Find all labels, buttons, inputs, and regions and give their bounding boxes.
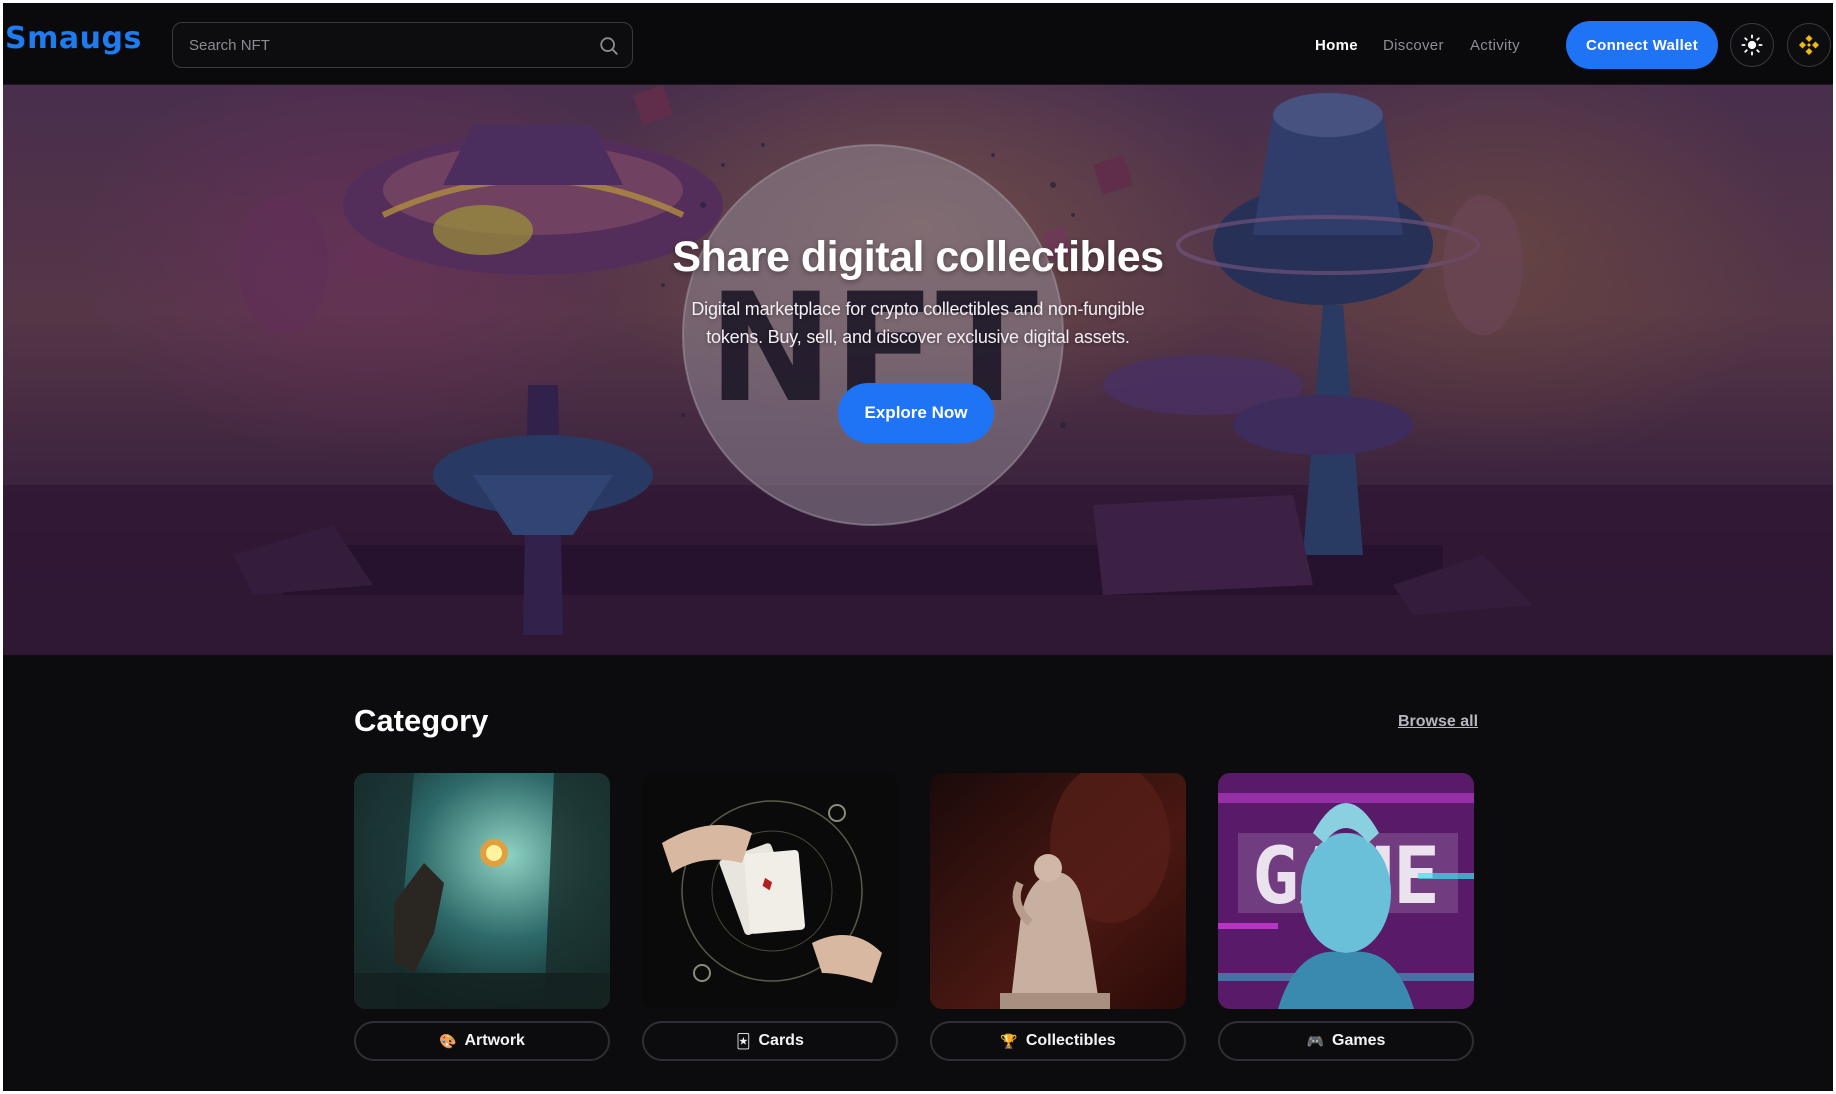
category-card-cards[interactable]: ♦ 🃏 Cards bbox=[642, 773, 898, 1061]
nav-activity[interactable]: Activity bbox=[1470, 37, 1520, 54]
nav-home[interactable]: Home bbox=[1315, 37, 1358, 54]
collectibles-thumbnail[interactable] bbox=[930, 773, 1186, 1009]
theme-toggle-button[interactable] bbox=[1730, 23, 1774, 67]
cards-thumbnail[interactable]: ♦ bbox=[642, 773, 898, 1009]
category-label-text: Cards bbox=[758, 1032, 804, 1049]
hero-title: Share digital collectibles bbox=[672, 233, 1164, 281]
binance-icon bbox=[1799, 35, 1819, 55]
hero-subtitle: Digital marketplace for crypto collectib… bbox=[691, 299, 1145, 347]
gamepad-icon: 🎮 bbox=[1306, 1032, 1325, 1049]
logo[interactable]: Smaugs bbox=[5, 21, 142, 56]
network-select-button[interactable] bbox=[1787, 23, 1831, 67]
category-card-collectibles[interactable]: 🏆 Collectibles bbox=[930, 773, 1186, 1061]
sun-icon bbox=[1741, 34, 1763, 56]
palette-icon: 🎨 bbox=[439, 1032, 457, 1049]
games-thumbnail[interactable]: GAME bbox=[1218, 773, 1474, 1009]
category-label[interactable]: 🏆 Collectibles bbox=[930, 1021, 1186, 1061]
category-label[interactable]: 🃏 Cards bbox=[642, 1021, 898, 1061]
category-card-artwork[interactable]: 🎨 Artwork bbox=[354, 773, 610, 1061]
category-label[interactable]: 🎨 Artwork bbox=[354, 1021, 610, 1061]
trophy-icon: 🏆 bbox=[1000, 1032, 1018, 1049]
explore-now-button[interactable]: Explore Now bbox=[838, 383, 994, 443]
search-icon[interactable] bbox=[598, 35, 620, 57]
connect-wallet-button[interactable]: Connect Wallet bbox=[1566, 21, 1718, 69]
hero-banner: NFT Share digital collectibles Digital m… bbox=[3, 85, 1833, 655]
app-window: Smaugs Home Discover Activity Connect Wa… bbox=[3, 3, 1833, 1091]
nav-discover[interactable]: Discover bbox=[1383, 37, 1444, 54]
category-label-text: Artwork bbox=[464, 1032, 525, 1049]
top-navbar: Smaugs Home Discover Activity Connect Wa… bbox=[3, 3, 1833, 85]
category-card-games[interactable]: GAME 🎮 Games bbox=[1218, 773, 1474, 1061]
playing-cards-icon: 🃏 bbox=[736, 1032, 751, 1049]
artwork-thumbnail[interactable] bbox=[354, 773, 610, 1009]
category-label[interactable]: 🎮 Games bbox=[1218, 1021, 1474, 1061]
category-label-text: Games bbox=[1332, 1032, 1386, 1049]
hero-dim-overlay bbox=[3, 85, 1833, 655]
category-heading: Category bbox=[354, 703, 489, 738]
search-box[interactable] bbox=[172, 22, 633, 68]
category-label-text: Collectibles bbox=[1025, 1032, 1116, 1049]
search-input[interactable] bbox=[189, 23, 589, 67]
browse-all-link[interactable]: Browse all bbox=[1398, 713, 1478, 731]
